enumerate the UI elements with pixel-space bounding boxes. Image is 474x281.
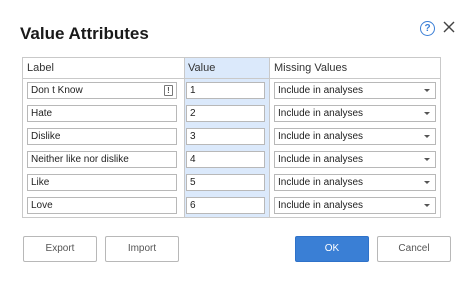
- value-field[interactable]: 3: [186, 128, 265, 145]
- label-field[interactable]: Hate: [27, 105, 177, 122]
- header-value[interactable]: Value: [188, 62, 215, 74]
- chevron-down-icon: [424, 158, 430, 161]
- value-field[interactable]: 2: [186, 105, 265, 122]
- import-button[interactable]: Import: [105, 236, 179, 262]
- table-row: Don t Know ! 1 Include in analyses: [23, 80, 440, 103]
- cancel-button[interactable]: Cancel: [377, 236, 451, 262]
- export-button[interactable]: Export: [23, 236, 97, 262]
- missing-values-text: Include in analyses: [278, 200, 364, 211]
- label-field[interactable]: Don t Know !: [27, 82, 177, 99]
- missing-values-select[interactable]: Include in analyses: [274, 174, 436, 191]
- value-field[interactable]: 6: [186, 197, 265, 214]
- label-text: Love: [31, 200, 53, 211]
- value-field[interactable]: 5: [186, 174, 265, 191]
- missing-values-select[interactable]: Include in analyses: [274, 105, 436, 122]
- label-text: Neither like nor dislike: [31, 154, 129, 165]
- table-row: Dislike 3 Include in analyses: [23, 126, 440, 149]
- help-icon[interactable]: ?: [420, 21, 435, 36]
- missing-values-select[interactable]: Include in analyses: [274, 151, 436, 168]
- chevron-down-icon: [424, 181, 430, 184]
- header-missing-values[interactable]: Missing Values: [274, 62, 347, 74]
- label-text: Don t Know: [31, 85, 83, 96]
- missing-values-select[interactable]: Include in analyses: [274, 128, 436, 145]
- value-attributes-grid: Label Value Missing Values Don t Know ! …: [22, 57, 441, 218]
- label-field[interactable]: Love: [27, 197, 177, 214]
- chevron-down-icon: [424, 135, 430, 138]
- close-icon[interactable]: [442, 20, 456, 34]
- ok-button[interactable]: OK: [295, 236, 369, 262]
- label-field[interactable]: Dislike: [27, 128, 177, 145]
- missing-values-text: Include in analyses: [278, 154, 364, 165]
- chevron-down-icon: [424, 204, 430, 207]
- value-field[interactable]: 4: [186, 151, 265, 168]
- label-field[interactable]: Like: [27, 174, 177, 191]
- chevron-down-icon: [424, 112, 430, 115]
- label-text: Dislike: [31, 131, 61, 142]
- header-label[interactable]: Label: [27, 62, 54, 74]
- label-text: Like: [31, 177, 50, 188]
- missing-values-text: Include in analyses: [278, 131, 364, 142]
- missing-values-text: Include in analyses: [278, 177, 364, 188]
- grid-header-row: Label Value Missing Values: [23, 58, 440, 79]
- missing-values-text: Include in analyses: [278, 85, 364, 96]
- table-row: Like 5 Include in analyses: [23, 172, 440, 195]
- label-field[interactable]: Neither like nor dislike: [27, 151, 177, 168]
- table-row: Neither like nor dislike 4 Include in an…: [23, 149, 440, 172]
- value-field[interactable]: 1: [186, 82, 265, 99]
- dialog-title: Value Attributes: [20, 24, 149, 43]
- label-text: Hate: [31, 108, 53, 119]
- missing-values-text: Include in analyses: [278, 108, 364, 119]
- table-row: Hate 2 Include in analyses: [23, 103, 440, 126]
- missing-values-select[interactable]: Include in analyses: [274, 197, 436, 214]
- missing-values-select[interactable]: Include in analyses: [274, 82, 436, 99]
- chevron-down-icon: [424, 89, 430, 92]
- note-icon[interactable]: !: [164, 85, 173, 96]
- table-row: Love 6 Include in analyses: [23, 195, 440, 218]
